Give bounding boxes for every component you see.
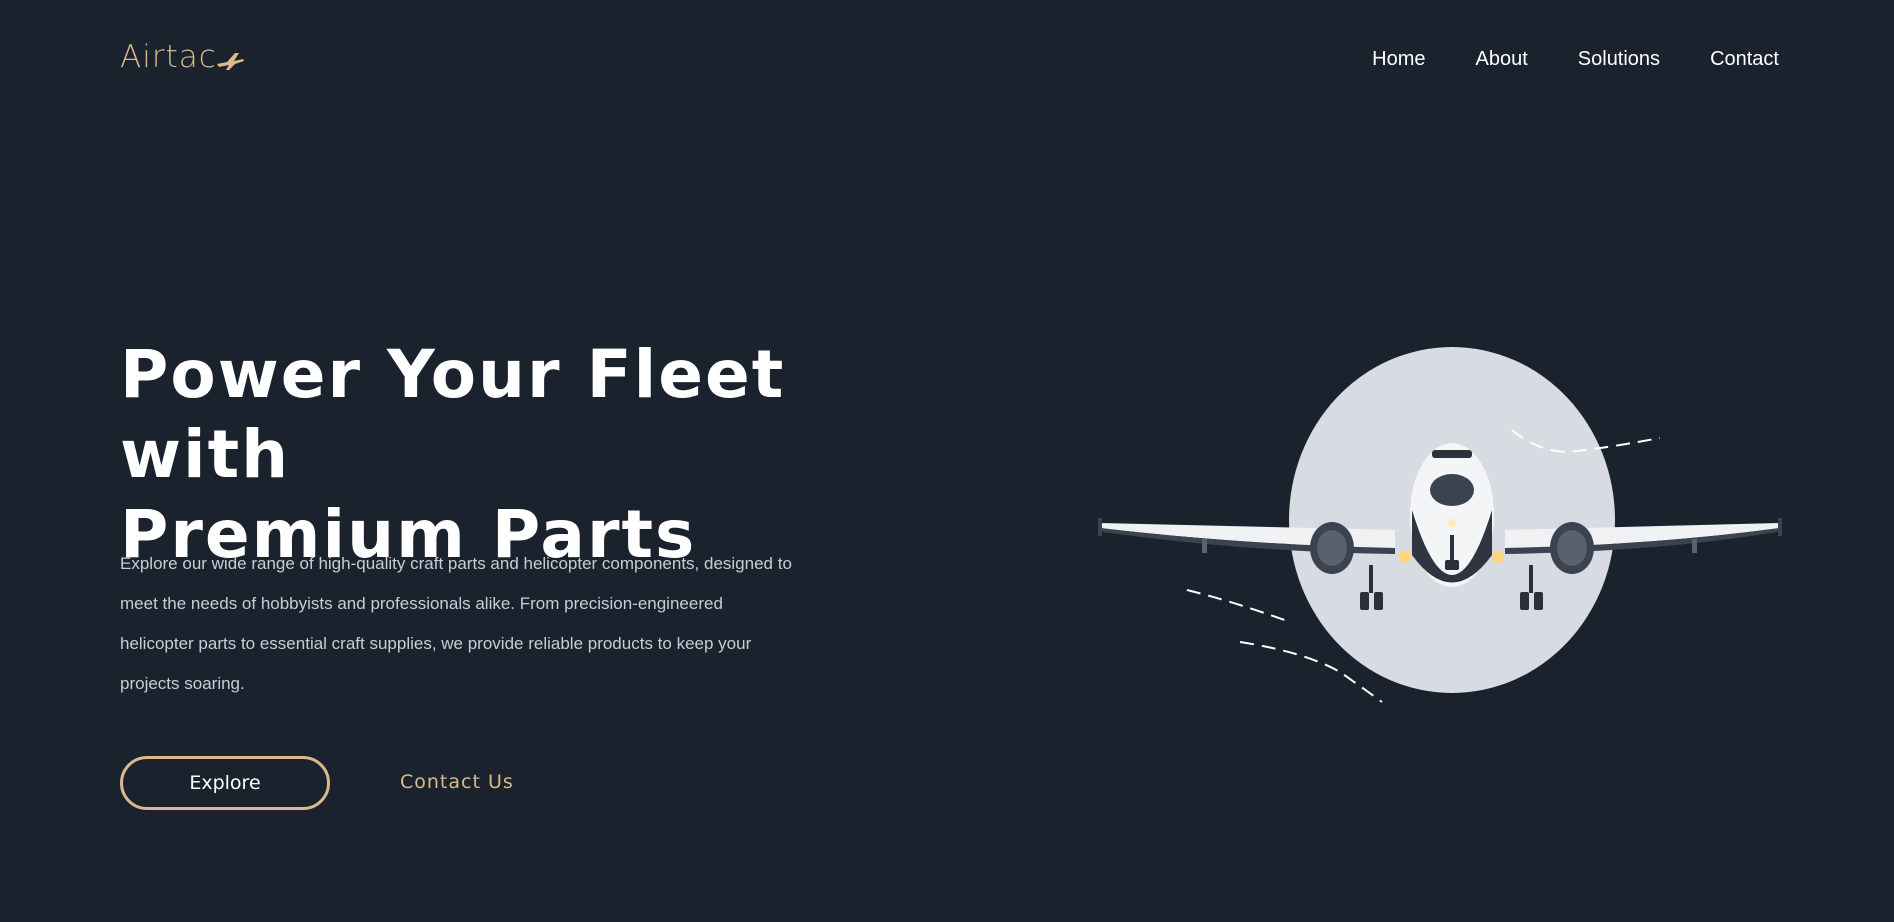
nav-solutions[interactable]: Solutions	[1578, 48, 1660, 71]
airplane-icon	[216, 52, 244, 70]
brand-name: Airtac	[120, 39, 217, 75]
contact-us-link[interactable]: Contact Us	[400, 771, 514, 793]
hero-title-line1: Power Your Fleet with	[120, 336, 786, 493]
flight-path-dash	[1186, 589, 1291, 623]
airplane-landing-photo	[1098, 347, 1782, 703]
nav-about[interactable]: About	[1476, 48, 1528, 71]
hero-title: Power Your Fleet with Premium Parts	[120, 335, 920, 575]
main-nav: Home About Solutions Contact	[1372, 48, 1779, 71]
site-header: Airtac Home About Solutions Contact	[0, 0, 1894, 120]
hero-description: Explore our wide range of high-quality c…	[120, 554, 792, 693]
brand-logo[interactable]: Airtac	[120, 42, 245, 73]
nav-contact[interactable]: Contact	[1710, 48, 1779, 71]
explore-button[interactable]: Explore	[120, 756, 330, 810]
nav-home[interactable]: Home	[1372, 48, 1425, 71]
